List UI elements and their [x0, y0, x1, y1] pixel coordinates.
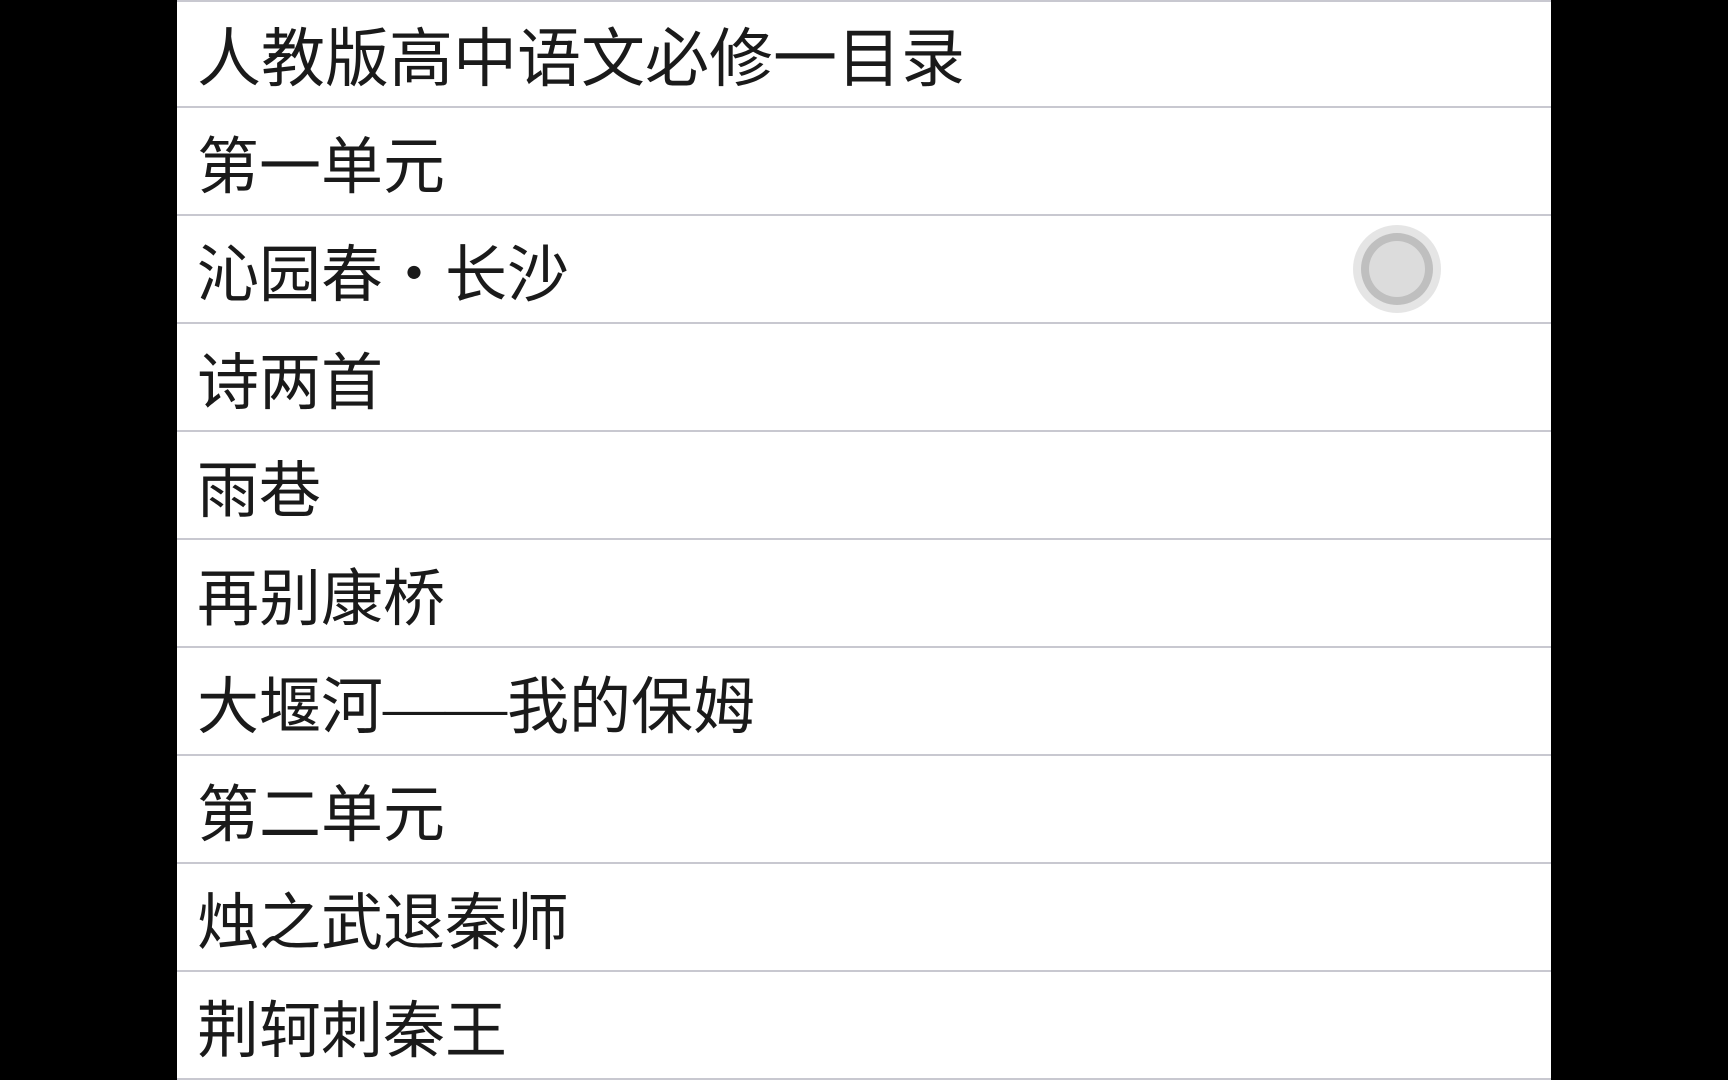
list-item[interactable]: 再别康桥: [177, 540, 1551, 648]
document-title: 人教版高中语文必修一目录: [197, 8, 965, 100]
list-item[interactable]: 第二单元: [177, 756, 1551, 864]
list-item[interactable]: 烛之武退秦师: [177, 864, 1551, 972]
list-item[interactable]: 雨巷: [177, 432, 1551, 540]
touch-indicator-icon: [1353, 225, 1441, 313]
list-item-label: 诗两首: [197, 332, 383, 422]
list-item-label: 再别康桥: [197, 548, 445, 638]
list-item[interactable]: 荆轲刺秦王: [177, 972, 1551, 1080]
list-item-label: 荆轲刺秦王: [197, 980, 507, 1070]
list-item-label: 沁园春・长沙: [197, 224, 569, 314]
list-item-label: 第一单元: [197, 116, 445, 206]
list-item[interactable]: 第一单元: [177, 108, 1551, 216]
list-item-label: 大堰河——我的保姆: [197, 656, 755, 746]
list-item[interactable]: 诗两首: [177, 324, 1551, 432]
list-item-label: 雨巷: [197, 440, 321, 530]
list-item[interactable]: 沁园春・长沙: [177, 216, 1551, 324]
document-panel: 人教版高中语文必修一目录 第一单元 沁园春・长沙 诗两首 雨巷 再别康桥 大堰河…: [177, 0, 1551, 1080]
list-item-label: 烛之武退秦师: [197, 872, 569, 962]
list-item[interactable]: 大堰河——我的保姆: [177, 648, 1551, 756]
document-title-row[interactable]: 人教版高中语文必修一目录: [177, 0, 1551, 108]
list-item-label: 第二单元: [197, 764, 445, 854]
